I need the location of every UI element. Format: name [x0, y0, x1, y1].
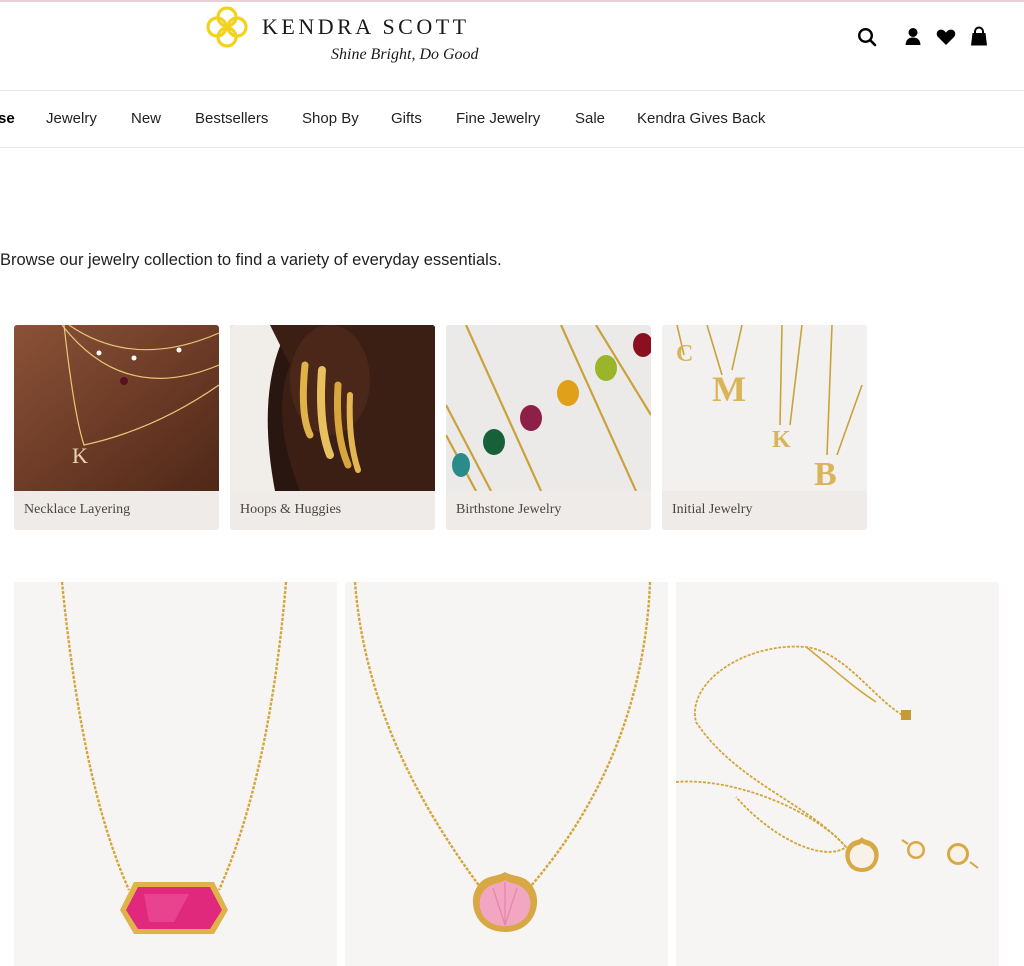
main-navigation: se Jewelry New Bestsellers Shop By Gifts… — [0, 91, 1024, 148]
category-tile-birthstone-jewelry[interactable]: Birthstone Jewelry — [446, 325, 651, 530]
wishlist-heart-icon[interactable] — [935, 26, 957, 48]
white-shell-necklace-earrings-image — [676, 645, 979, 872]
brand-tagline: Shine Bright, Do Good — [331, 46, 479, 63]
nav-item-bestsellers[interactable]: Bestsellers — [195, 110, 268, 127]
birthstone-jewelry-image — [446, 325, 651, 491]
collection-intro-text: Browse our jewelry collection to find a … — [0, 251, 502, 269]
product-card-elisa-pendant[interactable] — [14, 582, 337, 966]
product-card-shell-pendant[interactable] — [345, 582, 668, 966]
site-header: KENDRA SCOTT Shine Bright, Do Good — [0, 2, 1024, 91]
nav-item-gifts[interactable]: Gifts — [391, 110, 422, 127]
nav-item-jewelry[interactable]: Jewelry — [46, 110, 97, 127]
svg-text:B: B — [814, 456, 837, 491]
category-label: Birthstone Jewelry — [456, 502, 562, 517]
category-tile-initial-jewelry[interactable]: C M K B Initial Jewelry — [662, 325, 867, 530]
magenta-pendant-necklace-image — [60, 582, 288, 934]
nav-item-shop-by[interactable]: Shop By — [302, 110, 359, 127]
nav-item-new[interactable]: New — [131, 110, 161, 127]
account-icon[interactable] — [902, 26, 924, 48]
svg-text:K: K — [72, 443, 88, 468]
brand-name[interactable]: KENDRA SCOTT — [262, 14, 470, 40]
svg-text:M: M — [712, 369, 746, 409]
product-card-shell-gift-set[interactable] — [676, 582, 999, 966]
category-tile-hoops-huggies[interactable]: Hoops & Huggies — [230, 325, 435, 530]
brand-logo-icon[interactable] — [204, 4, 250, 50]
nav-item-fine-jewelry[interactable]: Fine Jewelry — [456, 110, 540, 127]
nav-item-kendra-gives-back[interactable]: Kendra Gives Back — [637, 110, 765, 127]
category-tile-necklace-layering[interactable]: K Necklace Layering — [14, 325, 219, 530]
svg-text:C: C — [676, 341, 693, 367]
category-label: Initial Jewelry — [672, 502, 753, 517]
hoops-huggies-image — [230, 325, 435, 491]
initial-jewelry-image: C M K B — [662, 325, 867, 491]
category-label: Hoops & Huggies — [240, 502, 342, 517]
search-icon[interactable] — [856, 26, 878, 48]
nav-item-sale[interactable]: Sale — [575, 110, 605, 127]
shopping-bag-icon[interactable] — [968, 26, 990, 48]
necklace-layering-image: K — [14, 325, 219, 491]
category-label: Necklace Layering — [24, 502, 131, 517]
pink-shell-pendant-necklace-image — [353, 582, 652, 932]
svg-text:K: K — [772, 427, 791, 453]
nav-item-truncated[interactable]: se — [0, 110, 15, 127]
